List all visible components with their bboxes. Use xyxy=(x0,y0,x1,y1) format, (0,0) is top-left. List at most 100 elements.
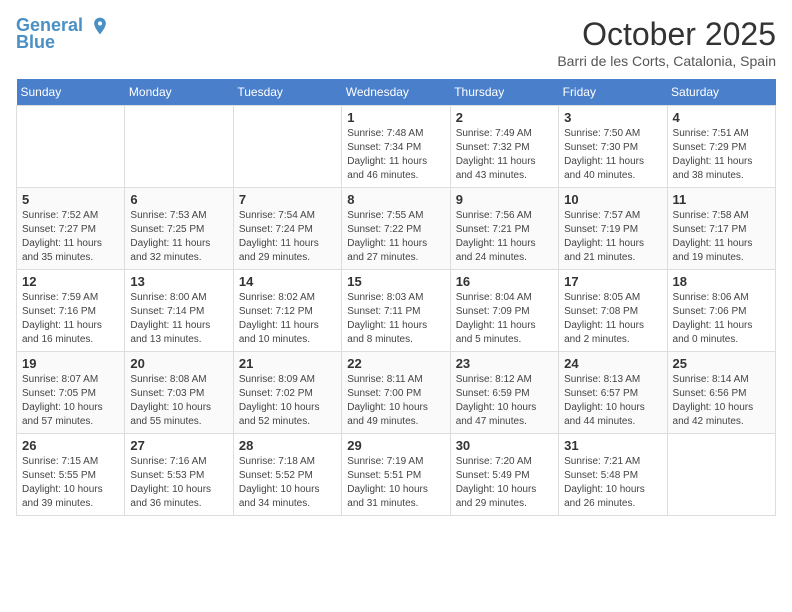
day-number: 11 xyxy=(673,192,770,207)
day-info: Sunrise: 8:07 AM Sunset: 7:05 PM Dayligh… xyxy=(22,373,119,429)
day-cell: 21 Sunrise: 8:09 AM Sunset: 7:02 PM Dayli… xyxy=(233,352,341,434)
day-info: Sunrise: 7:21 AM Sunset: 5:48 PM Dayligh… xyxy=(564,455,661,511)
day-info: Sunrise: 8:05 AM Sunset: 7:08 PM Dayligh… xyxy=(564,291,661,347)
day-info: Sunrise: 7:16 AM Sunset: 5:53 PM Dayligh… xyxy=(130,455,227,511)
day-cell: 30 Sunrise: 7:20 AM Sunset: 5:49 PM Dayli… xyxy=(450,434,558,516)
day-cell: 22 Sunrise: 8:11 AM Sunset: 7:00 PM Dayli… xyxy=(342,352,450,434)
day-cell: 26 Sunrise: 7:15 AM Sunset: 5:55 PM Dayli… xyxy=(17,434,125,516)
day-cell: 8 Sunrise: 7:55 AM Sunset: 7:22 PM Daylig… xyxy=(342,188,450,270)
day-number: 13 xyxy=(130,274,227,289)
day-info: Sunrise: 8:13 AM Sunset: 6:57 PM Dayligh… xyxy=(564,373,661,429)
day-number: 15 xyxy=(347,274,444,289)
day-number: 25 xyxy=(673,356,770,371)
week-row-2: 5 Sunrise: 7:52 AM Sunset: 7:27 PM Daylig… xyxy=(17,188,776,270)
calendar-table: SundayMondayTuesdayWednesdayThursdayFrid… xyxy=(16,79,776,516)
day-cell: 6Sunrise: 7:53 AM Sunset: 7:25 PM Daylig… xyxy=(125,188,233,270)
day-number: 10 xyxy=(564,192,661,207)
day-info: Sunrise: 8:14 AM Sunset: 6:56 PM Dayligh… xyxy=(673,373,770,429)
col-header-sunday: Sunday xyxy=(17,79,125,106)
day-cell xyxy=(17,106,125,188)
day-info: Sunrise: 8:09 AM Sunset: 7:02 PM Dayligh… xyxy=(239,373,336,429)
day-cell xyxy=(667,434,775,516)
day-number: 18 xyxy=(673,274,770,289)
day-info: Sunrise: 7:49 AM Sunset: 7:32 PM Dayligh… xyxy=(456,127,553,183)
col-header-monday: Monday xyxy=(125,79,233,106)
day-number: 27 xyxy=(130,438,227,453)
day-cell: 10 Sunrise: 7:57 AM Sunset: 7:19 PM Dayli… xyxy=(559,188,667,270)
week-row-3: 12 Sunrise: 7:59 AM Sunset: 7:16 PM Dayli… xyxy=(17,270,776,352)
title-area: October 2025 Barri de les Corts, Catalon… xyxy=(557,16,776,69)
day-info: Sunrise: 8:08 AM Sunset: 7:03 PM Dayligh… xyxy=(130,373,227,429)
day-info: Sunrise: 8:06 AM Sunset: 7:06 PM Dayligh… xyxy=(673,291,770,347)
day-info: Sunrise: 8:12 AM Sunset: 6:59 PM Dayligh… xyxy=(456,373,553,429)
day-number: 3 xyxy=(564,110,661,125)
day-number: 2 xyxy=(456,110,553,125)
day-info: Sunrise: 7:20 AM Sunset: 5:49 PM Dayligh… xyxy=(456,455,553,511)
day-cell: 23Sunrise: 8:12 AM Sunset: 6:59 PM Dayli… xyxy=(450,352,558,434)
day-info: Sunrise: 7:56 AM Sunset: 7:21 PM Dayligh… xyxy=(456,209,553,265)
day-cell: 17 Sunrise: 8:05 AM Sunset: 7:08 PM Dayli… xyxy=(559,270,667,352)
day-cell: 3 Sunrise: 7:50 AM Sunset: 7:30 PM Daylig… xyxy=(559,106,667,188)
day-number: 26 xyxy=(22,438,119,453)
day-number: 24 xyxy=(564,356,661,371)
day-info: Sunrise: 7:59 AM Sunset: 7:16 PM Dayligh… xyxy=(22,291,119,347)
day-cell: 9 Sunrise: 7:56 AM Sunset: 7:21 PM Daylig… xyxy=(450,188,558,270)
day-cell: 13Sunrise: 8:00 AM Sunset: 7:14 PM Dayli… xyxy=(125,270,233,352)
day-number: 30 xyxy=(456,438,553,453)
week-row-4: 19Sunrise: 8:07 AM Sunset: 7:05 PM Dayli… xyxy=(17,352,776,434)
day-number: 22 xyxy=(347,356,444,371)
day-cell: 27 Sunrise: 7:16 AM Sunset: 5:53 PM Dayli… xyxy=(125,434,233,516)
day-number: 9 xyxy=(456,192,553,207)
day-info: Sunrise: 7:50 AM Sunset: 7:30 PM Dayligh… xyxy=(564,127,661,183)
header-row: SundayMondayTuesdayWednesdayThursdayFrid… xyxy=(17,79,776,106)
month-title: October 2025 xyxy=(557,16,776,53)
location-subtitle: Barri de les Corts, Catalonia, Spain xyxy=(557,53,776,69)
week-row-1: 1Sunrise: 7:48 AM Sunset: 7:34 PM Daylig… xyxy=(17,106,776,188)
day-info: Sunrise: 7:57 AM Sunset: 7:19 PM Dayligh… xyxy=(564,209,661,265)
day-cell: 1Sunrise: 7:48 AM Sunset: 7:34 PM Daylig… xyxy=(342,106,450,188)
day-cell: 14 Sunrise: 8:02 AM Sunset: 7:12 PM Dayli… xyxy=(233,270,341,352)
day-info: Sunrise: 7:54 AM Sunset: 7:24 PM Dayligh… xyxy=(239,209,336,265)
day-number: 29 xyxy=(347,438,444,453)
day-info: Sunrise: 8:03 AM Sunset: 7:11 PM Dayligh… xyxy=(347,291,444,347)
day-number: 17 xyxy=(564,274,661,289)
day-cell: 16 Sunrise: 8:04 AM Sunset: 7:09 PM Dayli… xyxy=(450,270,558,352)
day-number: 28 xyxy=(239,438,336,453)
day-number: 4 xyxy=(673,110,770,125)
day-info: Sunrise: 8:02 AM Sunset: 7:12 PM Dayligh… xyxy=(239,291,336,347)
day-number: 5 xyxy=(22,192,119,207)
day-number: 14 xyxy=(239,274,336,289)
day-info: Sunrise: 7:15 AM Sunset: 5:55 PM Dayligh… xyxy=(22,455,119,511)
day-info: Sunrise: 8:04 AM Sunset: 7:09 PM Dayligh… xyxy=(456,291,553,347)
day-number: 7 xyxy=(239,192,336,207)
day-number: 8 xyxy=(347,192,444,207)
day-cell: 28Sunrise: 7:18 AM Sunset: 5:52 PM Dayli… xyxy=(233,434,341,516)
day-number: 16 xyxy=(456,274,553,289)
col-header-friday: Friday xyxy=(559,79,667,106)
day-info: Sunrise: 7:48 AM Sunset: 7:34 PM Dayligh… xyxy=(347,127,444,183)
day-cell: 24 Sunrise: 8:13 AM Sunset: 6:57 PM Dayli… xyxy=(559,352,667,434)
day-info: Sunrise: 7:58 AM Sunset: 7:17 PM Dayligh… xyxy=(673,209,770,265)
week-row-5: 26 Sunrise: 7:15 AM Sunset: 5:55 PM Dayli… xyxy=(17,434,776,516)
day-cell: 5 Sunrise: 7:52 AM Sunset: 7:27 PM Daylig… xyxy=(17,188,125,270)
day-cell: 20 Sunrise: 8:08 AM Sunset: 7:03 PM Dayli… xyxy=(125,352,233,434)
day-cell: 19Sunrise: 8:07 AM Sunset: 7:05 PM Dayli… xyxy=(17,352,125,434)
day-number: 6 xyxy=(130,192,227,207)
day-cell: 11 Sunrise: 7:58 AM Sunset: 7:17 PM Dayli… xyxy=(667,188,775,270)
page-header: General Blue October 2025 Barri de les C… xyxy=(16,16,776,69)
day-info: Sunrise: 7:51 AM Sunset: 7:29 PM Dayligh… xyxy=(673,127,770,183)
day-cell: 29 Sunrise: 7:19 AM Sunset: 5:51 PM Dayli… xyxy=(342,434,450,516)
day-number: 12 xyxy=(22,274,119,289)
day-cell: 12 Sunrise: 7:59 AM Sunset: 7:16 PM Dayli… xyxy=(17,270,125,352)
col-header-tuesday: Tuesday xyxy=(233,79,341,106)
day-cell: 4 Sunrise: 7:51 AM Sunset: 7:29 PM Daylig… xyxy=(667,106,775,188)
day-info: Sunrise: 8:11 AM Sunset: 7:00 PM Dayligh… xyxy=(347,373,444,429)
day-number: 20 xyxy=(130,356,227,371)
day-cell xyxy=(233,106,341,188)
day-info: Sunrise: 7:19 AM Sunset: 5:51 PM Dayligh… xyxy=(347,455,444,511)
day-info: Sunrise: 7:52 AM Sunset: 7:27 PM Dayligh… xyxy=(22,209,119,265)
day-info: Sunrise: 7:55 AM Sunset: 7:22 PM Dayligh… xyxy=(347,209,444,265)
day-number: 21 xyxy=(239,356,336,371)
day-number: 31 xyxy=(564,438,661,453)
col-header-wednesday: Wednesday xyxy=(342,79,450,106)
